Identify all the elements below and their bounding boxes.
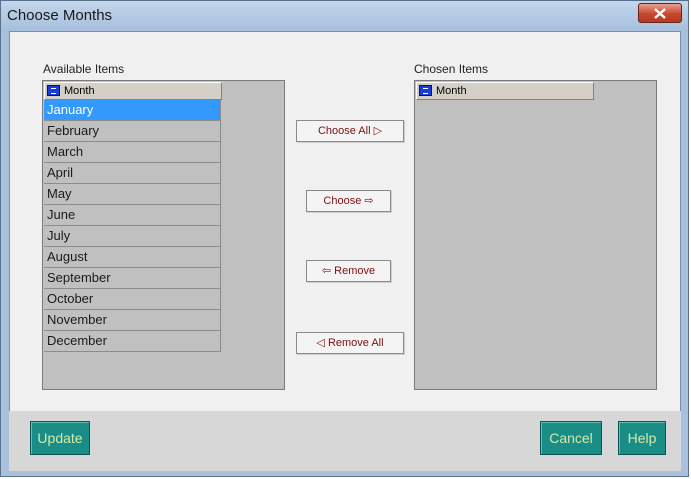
list-item[interactable]: February [44, 121, 221, 142]
help-button[interactable]: Help [618, 421, 666, 455]
title-bar[interactable]: Choose Months [1, 1, 688, 31]
list-item[interactable]: October [44, 289, 221, 310]
chosen-items-label: Chosen Items [414, 62, 489, 76]
update-button[interactable]: Update [30, 421, 90, 455]
choose-button[interactable]: Choose ⇨ [306, 190, 391, 212]
column-header-icon [419, 85, 432, 96]
column-header-label: Month [64, 85, 95, 97]
column-header-label: Month [436, 85, 467, 97]
cancel-button[interactable]: Cancel [540, 421, 602, 455]
available-column-header[interactable]: Month [44, 82, 222, 100]
remove-all-button[interactable]: ◁ Remove All [296, 332, 404, 354]
close-icon [654, 8, 666, 19]
chosen-column-header[interactable]: Month [416, 82, 594, 100]
list-item[interactable]: September [44, 268, 221, 289]
available-items-label: Available Items [43, 62, 125, 76]
chosen-items-list[interactable]: Month [414, 80, 657, 390]
list-item[interactable]: June [44, 205, 221, 226]
remove-button[interactable]: ⇦ Remove [306, 260, 391, 282]
list-item[interactable]: July [44, 226, 221, 247]
list-item[interactable]: December [44, 331, 221, 352]
list-item[interactable]: August [44, 247, 221, 268]
list-item[interactable]: March [44, 142, 221, 163]
available-items-list[interactable]: Month January February March April May June Ju… [42, 80, 285, 390]
close-button[interactable] [638, 3, 682, 23]
list-item[interactable]: May [44, 184, 221, 205]
choose-months-dialog: Choose Months Available Items Chosen Ite… [0, 0, 689, 477]
list-item[interactable]: November [44, 310, 221, 331]
list-item[interactable]: January [44, 100, 221, 121]
choose-all-button[interactable]: Choose All ▷ [296, 120, 404, 142]
window-title: Choose Months [7, 7, 113, 24]
column-header-icon [47, 85, 60, 96]
list-item[interactable]: April [44, 163, 221, 184]
